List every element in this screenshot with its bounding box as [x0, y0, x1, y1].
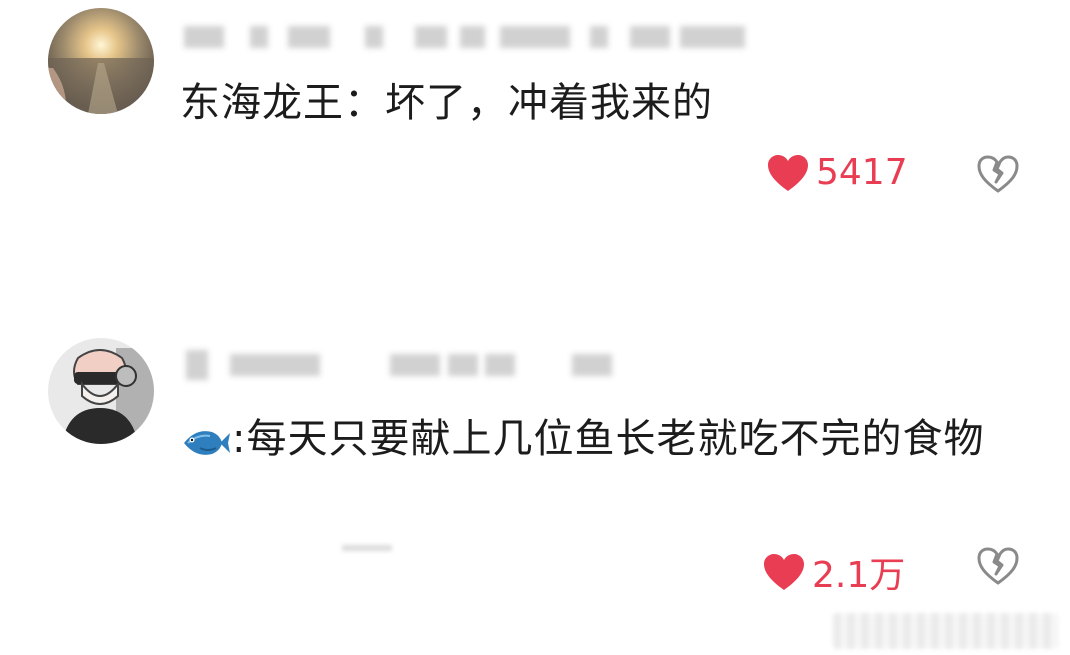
like-count: 2.1万: [812, 555, 906, 596]
comment-item-2: :每天只要献上几位鱼长老就吃不完的食物 2.1万: [0, 300, 1070, 655]
fish-icon: [180, 420, 230, 474]
username-blurred[interactable]: [180, 348, 750, 382]
comment-text: 东海龙王：坏了，冲着我来的: [180, 80, 713, 126]
dislike-button[interactable]: [976, 154, 1020, 194]
like-button[interactable]: 2.1万: [762, 546, 905, 598]
comment-item-1: 东海龙王：坏了，冲着我来的 5417: [0, 0, 1070, 300]
like-button[interactable]: 5417: [766, 152, 908, 193]
comment-text-body: :每天只要献上几位鱼长老就吃不完的食物: [232, 416, 985, 462]
avatar[interactable]: [48, 8, 154, 114]
avatar[interactable]: [48, 338, 154, 444]
blurred-artifact: [342, 545, 392, 551]
heart-icon: [766, 153, 810, 193]
username-blurred[interactable]: [180, 20, 750, 54]
broken-heart-icon: [976, 154, 1020, 194]
heart-icon: [762, 552, 806, 592]
dislike-button[interactable]: [976, 546, 1020, 586]
like-count: 5417: [816, 152, 908, 193]
watermark-blurred: [833, 613, 1058, 649]
comment-text: :每天只要献上几位鱼长老就吃不完的食物: [180, 412, 1040, 474]
broken-heart-icon: [976, 546, 1020, 586]
